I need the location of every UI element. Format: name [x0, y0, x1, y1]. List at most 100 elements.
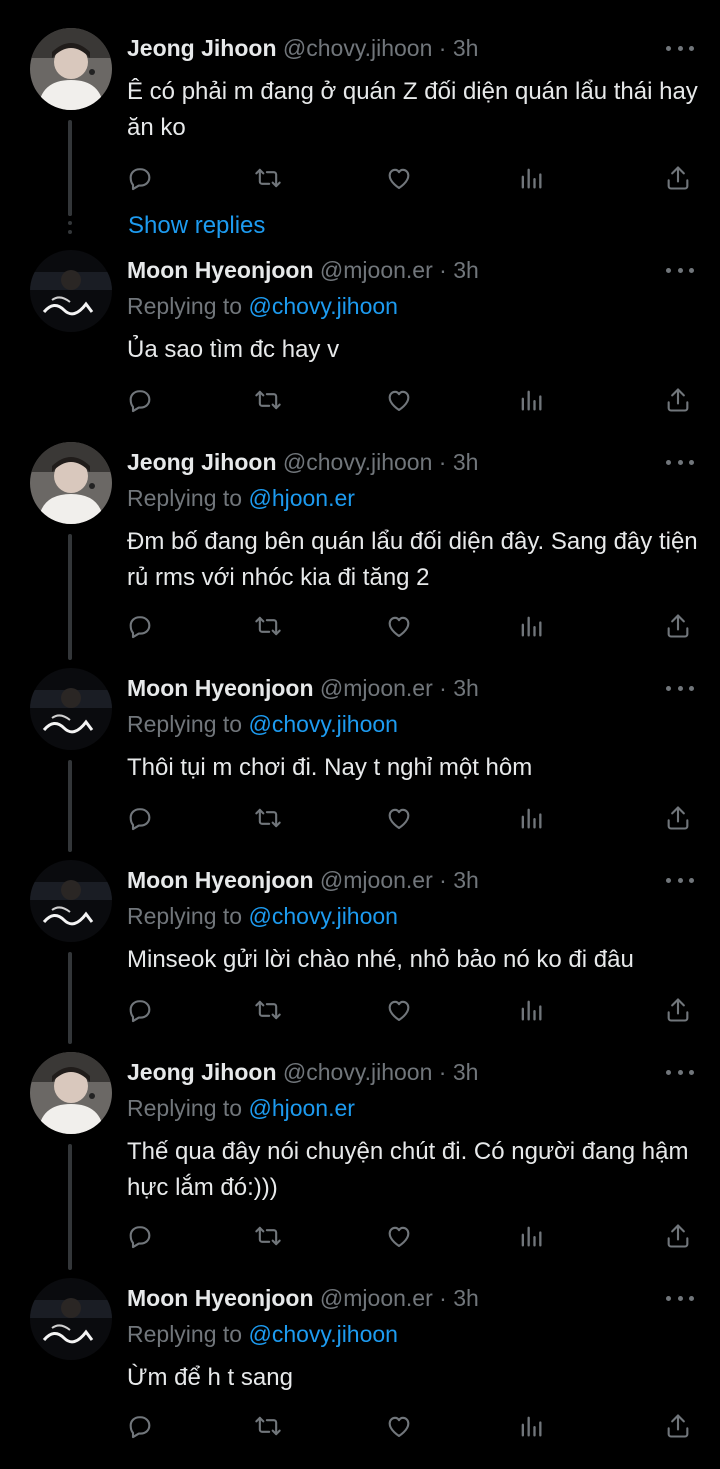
reply-icon[interactable] [125, 995, 155, 1025]
retweet-icon[interactable] [253, 1411, 283, 1441]
avatar-hyeonjoon [30, 250, 112, 332]
share-icon[interactable] [663, 995, 693, 1025]
tweet[interactable]: Moon Hyeonjoon @mjoon.er · 3h Replying t… [0, 860, 720, 1044]
display-name[interactable]: Jeong Jihoon [127, 1059, 277, 1085]
handle[interactable]: @mjoon.er [320, 257, 433, 283]
like-icon[interactable] [384, 1411, 414, 1441]
tweet-header: Jeong Jihoon @chovy.jihoon · 3h [127, 1056, 630, 1088]
share-icon[interactable] [663, 385, 693, 415]
replying-to-handle[interactable]: @hjoon.er [248, 1095, 354, 1121]
views-icon[interactable] [516, 1411, 546, 1441]
avatar-jihoon [30, 1052, 112, 1134]
timestamp[interactable]: 3h [453, 675, 479, 701]
tweet[interactable]: Moon Hyeonjoon @mjoon.er · 3h Replying t… [0, 1278, 720, 1458]
avatar[interactable] [30, 860, 112, 942]
display-name[interactable]: Moon Hyeonjoon [127, 257, 314, 283]
handle[interactable]: @chovy.jihoon [283, 449, 433, 475]
action-bar [127, 803, 693, 833]
avatar[interactable] [30, 1278, 112, 1360]
retweet-icon[interactable] [253, 163, 283, 193]
display-name[interactable]: Jeong Jihoon [127, 35, 277, 61]
views-icon[interactable] [516, 995, 546, 1025]
timestamp[interactable]: 3h [453, 257, 479, 283]
views-icon[interactable] [516, 385, 546, 415]
more-icon[interactable] [666, 1056, 694, 1088]
handle[interactable]: @chovy.jihoon [283, 35, 433, 61]
tweet-header: Moon Hyeonjoon @mjoon.er · 3h [127, 864, 630, 896]
avatar[interactable] [30, 28, 112, 110]
avatar[interactable] [30, 668, 112, 750]
action-bar [127, 1411, 693, 1441]
reply-icon[interactable] [125, 1411, 155, 1441]
action-bar [127, 611, 693, 641]
tweet[interactable]: Jeong Jihoon @chovy.jihoon · 3h Ê có phả… [0, 28, 720, 228]
replying-to-handle[interactable]: @chovy.jihoon [248, 711, 398, 737]
share-icon[interactable] [663, 611, 693, 641]
more-icon[interactable] [666, 446, 694, 478]
display-name[interactable]: Moon Hyeonjoon [127, 867, 314, 893]
reply-icon[interactable] [125, 803, 155, 833]
display-name[interactable]: Moon Hyeonjoon [127, 1285, 314, 1311]
retweet-icon[interactable] [253, 385, 283, 415]
handle[interactable]: @mjoon.er [320, 1285, 433, 1311]
share-icon[interactable] [663, 1411, 693, 1441]
handle[interactable]: @mjoon.er [320, 675, 433, 701]
timestamp[interactable]: 3h [453, 1059, 479, 1085]
timestamp[interactable]: 3h [453, 1285, 479, 1311]
replying-to: Replying to @chovy.jihoon [127, 290, 398, 322]
retweet-icon[interactable] [253, 1221, 283, 1251]
show-replies-link[interactable]: Show replies [128, 210, 265, 242]
separator: · [439, 675, 447, 701]
retweet-icon[interactable] [253, 803, 283, 833]
reply-icon[interactable] [125, 1221, 155, 1251]
like-icon[interactable] [384, 1221, 414, 1251]
action-bar [127, 385, 693, 415]
thread-gap-dots [68, 212, 72, 239]
views-icon[interactable] [516, 1221, 546, 1251]
separator: · [439, 867, 447, 893]
tweet[interactable]: Moon Hyeonjoon @mjoon.er · 3h Replying t… [0, 250, 720, 422]
avatar[interactable] [30, 442, 112, 524]
reply-icon[interactable] [125, 385, 155, 415]
avatar[interactable] [30, 1052, 112, 1134]
views-icon[interactable] [516, 611, 546, 641]
replying-to-handle[interactable]: @hjoon.er [248, 485, 354, 511]
tweet[interactable]: Moon Hyeonjoon @mjoon.er · 3h Replying t… [0, 668, 720, 852]
more-icon[interactable] [666, 32, 694, 64]
timestamp[interactable]: 3h [453, 449, 479, 475]
like-icon[interactable] [384, 611, 414, 641]
tweet[interactable]: Jeong Jihoon @chovy.jihoon · 3h Replying… [0, 1052, 720, 1270]
handle[interactable]: @chovy.jihoon [283, 1059, 433, 1085]
replying-to-handle[interactable]: @chovy.jihoon [248, 1321, 398, 1347]
display-name[interactable]: Jeong Jihoon [127, 449, 277, 475]
like-icon[interactable] [384, 803, 414, 833]
share-icon[interactable] [663, 163, 693, 193]
handle[interactable]: @mjoon.er [320, 867, 433, 893]
avatar[interactable] [30, 250, 112, 332]
thread-line [68, 534, 72, 660]
separator: · [439, 257, 447, 283]
timestamp[interactable]: 3h [453, 867, 479, 893]
more-icon[interactable] [666, 864, 694, 896]
more-icon[interactable] [666, 254, 694, 286]
display-name[interactable]: Moon Hyeonjoon [127, 675, 314, 701]
share-icon[interactable] [663, 1221, 693, 1251]
replying-to: Replying to @chovy.jihoon [127, 708, 398, 740]
reply-icon[interactable] [125, 163, 155, 193]
tweet-text: Ủa sao tìm đc hay v [127, 336, 340, 363]
timestamp[interactable]: 3h [453, 35, 479, 61]
views-icon[interactable] [516, 803, 546, 833]
replying-to-handle[interactable]: @chovy.jihoon [248, 903, 398, 929]
retweet-icon[interactable] [253, 611, 283, 641]
retweet-icon[interactable] [253, 995, 283, 1025]
more-icon[interactable] [666, 1282, 694, 1314]
like-icon[interactable] [384, 995, 414, 1025]
replying-to-handle[interactable]: @chovy.jihoon [248, 293, 398, 319]
like-icon[interactable] [384, 163, 414, 193]
like-icon[interactable] [384, 385, 414, 415]
views-icon[interactable] [516, 163, 546, 193]
tweet[interactable]: Jeong Jihoon @chovy.jihoon · 3h Replying… [0, 442, 720, 660]
share-icon[interactable] [663, 803, 693, 833]
more-icon[interactable] [666, 672, 694, 704]
reply-icon[interactable] [125, 611, 155, 641]
